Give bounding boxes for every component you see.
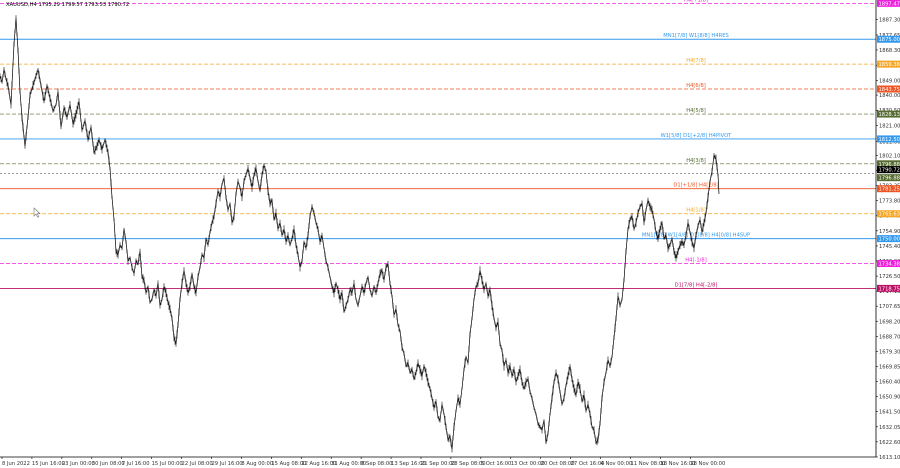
x-tick-label-3: 30 Jun 08:00	[92, 461, 125, 467]
level-tag-10: 1734.38	[879, 262, 900, 268]
y-tick-label-15: 1745.40	[879, 244, 900, 250]
level-tag-11: 1718.75	[879, 286, 900, 292]
y-tick-label-4: 1849.00	[879, 79, 900, 85]
y-tick-label-17: 1726.50	[879, 274, 900, 280]
y-tick-label-22: 1679.30	[879, 349, 900, 355]
y-tick-label-2: 1868.30	[879, 48, 900, 54]
level-tag-0: 1897.47	[879, 1, 900, 7]
y-tick-label-26: 1641.50	[879, 410, 900, 416]
level-tag-2: 1859.38	[879, 62, 900, 68]
current-price-tag: 1790.72	[879, 168, 900, 174]
x-tick-label-19: 27 Oct 16:00	[571, 461, 605, 467]
x-tick-label-17: 13 Oct 00:00	[511, 461, 545, 467]
level-label-0: H4[+1/8]	[684, 0, 708, 3]
level-label-4: H4[5/8]	[686, 108, 706, 114]
y-tick-label-14: 1754.90	[879, 229, 900, 235]
y-tick-label-21: 1688.70	[879, 334, 900, 340]
x-tick-label-23: 28 Nov 00:00	[690, 461, 725, 467]
x-tick-label-1: 15 Jun 16:00	[32, 461, 65, 467]
level-label-11: D1[7/8] H4[-2/8]	[675, 282, 718, 288]
level-tag-8: 1765.63	[879, 212, 900, 218]
y-tick-label-0: 1887.30	[879, 18, 900, 24]
level-label-7: D1[+1/8] H4[2/8]	[673, 183, 718, 189]
level-tag-7: 1781.25	[879, 187, 900, 193]
bid-price-tag: 1796.88	[879, 176, 900, 182]
level-label-2: H4[7/8]	[686, 58, 706, 64]
level-label-1: MN1[7/8] W1[8/8] H4RES	[663, 33, 729, 39]
x-tick-label-7: 29 Jul 16:00	[211, 461, 242, 467]
x-tick-label-4: 7 Jul 16:00	[122, 461, 150, 467]
level-tag-5: 1812.50	[879, 137, 900, 143]
level-tag-1: 1875.00	[879, 37, 900, 43]
y-tick-label-27: 1632.05	[879, 425, 900, 431]
x-tick-label-16: 5 Oct 16:00	[481, 461, 512, 467]
chart-background	[0, 0, 900, 468]
y-tick-label-29: 1613.10	[879, 455, 900, 461]
level-tag-9: 1750.00	[879, 237, 900, 243]
x-tick-label-12: 6 Sep 08:00	[361, 461, 392, 467]
y-tick-label-20: 1698.20	[879, 319, 900, 325]
x-tick-label-6: 22 Jul 08:00	[182, 461, 213, 467]
y-tick-label-5: 1840.00	[879, 93, 900, 99]
x-tick-label-5: 15 Jul 00:00	[152, 461, 183, 467]
level-tag-4: 1828.13	[879, 112, 900, 118]
symbol-header: XAUUSD,H4 1795.29 1799.57 1793.53 1790.7…	[6, 2, 129, 8]
y-tick-label-9: 1802.10	[879, 154, 900, 160]
level-label-6: H4[3/8]	[686, 158, 706, 164]
x-tick-label-2: 23 Jun 00:00	[62, 461, 95, 467]
level-label-10: H4[-1/8]	[685, 258, 706, 264]
level-label-8: H4[1/8]	[686, 208, 706, 214]
level-label-3: H4[6/8]	[686, 83, 706, 89]
y-tick-label-23: 1669.85	[879, 364, 900, 370]
level-label-5: W1[5/8] D1[+2/8] H4PIVOT	[661, 133, 733, 139]
level-tag-3: 1843.75	[879, 87, 900, 93]
y-tick-label-25: 1650.90	[879, 395, 900, 401]
y-tick-label-28: 1622.60	[879, 440, 900, 446]
y-tick-label-19: 1707.65	[879, 304, 900, 310]
y-tick-label-24: 1660.40	[879, 380, 900, 386]
y-tick-label-7: 1821.00	[879, 123, 900, 129]
x-tick-label-0: 8 Jun 2022	[2, 461, 30, 467]
x-tick-label-18: 20 Oct 08:00	[541, 461, 575, 467]
price-chart[interactable]: H4[+1/8] MN1[7/8] W1[8/8] H4RES H4[7/8] H4[…	[0, 0, 900, 468]
x-tick-label-20: 4 Nov 00:00	[601, 461, 633, 467]
x-tick-label-8: 8 Aug 00:00	[241, 461, 273, 467]
y-tick-label-12: 1773.80	[879, 199, 900, 205]
